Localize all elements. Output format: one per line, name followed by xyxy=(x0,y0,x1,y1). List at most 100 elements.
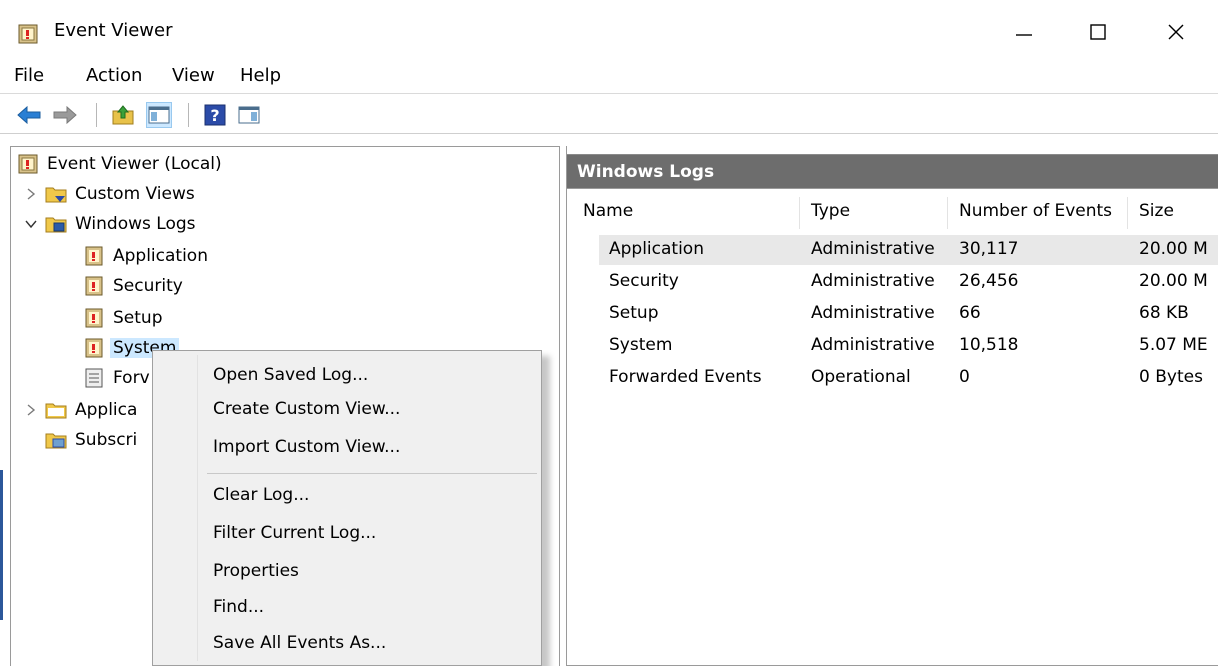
table-row[interactable]: Application Administrative 30,117 20.00 … xyxy=(599,235,1218,265)
tree-label: Event Viewer (Local) xyxy=(47,154,222,174)
chevron-down-icon[interactable] xyxy=(23,216,39,232)
cell-size: 5.07 ME xyxy=(1139,335,1208,355)
up-folder-button[interactable] xyxy=(110,102,136,128)
context-menu: Open Saved Log... Create Custom View... … xyxy=(152,350,542,666)
toolbar-separator xyxy=(188,103,189,127)
menu-item-filter-current-log[interactable]: Filter Current Log... xyxy=(213,523,376,543)
window-edge xyxy=(0,470,3,620)
tree-item-forwarded-events[interactable]: Forv xyxy=(83,363,150,393)
maximize-button[interactable] xyxy=(1070,10,1126,54)
column-header-name[interactable]: Name xyxy=(583,201,633,221)
chevron-right-icon[interactable] xyxy=(23,402,39,418)
log-icon xyxy=(85,308,103,328)
subscriptions-icon xyxy=(45,433,67,449)
maximize-icon xyxy=(1090,24,1106,40)
column-divider[interactable] xyxy=(799,197,800,229)
close-button[interactable] xyxy=(1148,10,1204,54)
cell-type: Administrative xyxy=(811,335,935,355)
context-menu-separator xyxy=(207,473,537,474)
event-viewer-icon xyxy=(18,24,38,44)
cell-type: Administrative xyxy=(811,239,935,259)
menu-item-clear-log[interactable]: Clear Log... xyxy=(213,485,309,505)
cell-events: 0 xyxy=(959,367,970,387)
minimize-button[interactable] xyxy=(996,10,1052,54)
menu-action[interactable]: Action xyxy=(86,65,142,86)
tree-item-applications-and-services[interactable]: Applica xyxy=(23,395,137,425)
custom-views-folder-icon xyxy=(45,187,67,203)
table-row[interactable]: Security Administrative 26,456 20.00 M xyxy=(599,267,1218,297)
forward-button[interactable] xyxy=(52,102,78,128)
action-pane-icon xyxy=(238,106,260,124)
tree-item-event-viewer-local[interactable]: Event Viewer (Local) xyxy=(17,149,222,179)
cell-size: 68 KB xyxy=(1139,303,1189,323)
tree-item-custom-views[interactable]: Custom Views xyxy=(23,179,195,209)
menu-item-create-custom-view[interactable]: Create Custom View... xyxy=(213,399,400,419)
tree-item-application[interactable]: Application xyxy=(83,241,208,271)
help-icon: ? xyxy=(204,104,226,126)
up-folder-icon xyxy=(112,105,134,125)
cell-name: Forwarded Events xyxy=(609,367,762,387)
table-row[interactable]: System Administrative 10,518 5.07 ME xyxy=(599,331,1218,361)
results-pane: Windows Logs Name Type Number of Events … xyxy=(566,146,1218,666)
cell-type: Administrative xyxy=(811,303,935,323)
column-header-type[interactable]: Type xyxy=(811,201,850,221)
forward-arrow-icon xyxy=(53,106,77,124)
minimize-icon xyxy=(1016,34,1032,36)
tree-label: Security xyxy=(113,276,183,296)
forwarded-log-icon xyxy=(85,368,103,388)
chevron-right-icon[interactable] xyxy=(23,186,39,202)
menu-item-open-saved-log[interactable]: Open Saved Log... xyxy=(213,365,368,385)
tree-label: Windows Logs xyxy=(75,214,196,234)
table-row[interactable]: Forwarded Events Operational 0 0 Bytes xyxy=(599,363,1218,393)
toolbar-separator xyxy=(96,103,97,127)
log-icon xyxy=(85,276,103,296)
tree-item-subscriptions[interactable]: Subscri xyxy=(45,425,137,455)
menu-help[interactable]: Help xyxy=(240,65,281,86)
close-icon xyxy=(1168,24,1184,40)
cell-name: Application xyxy=(609,239,704,259)
tree-label: Applica xyxy=(75,400,138,420)
menu-file[interactable]: File xyxy=(14,65,44,86)
cell-name: Setup xyxy=(609,303,659,323)
table-row[interactable]: Setup Administrative 66 68 KB xyxy=(599,299,1218,329)
log-icon xyxy=(85,246,103,266)
menu-item-import-custom-view[interactable]: Import Custom View... xyxy=(213,437,400,457)
log-list: Name Type Number of Events Size Applicat… xyxy=(567,188,1218,666)
cell-size: 20.00 M xyxy=(1139,239,1208,259)
menu-bar: File Action View Help xyxy=(0,62,1218,94)
action-pane-button[interactable] xyxy=(236,102,262,128)
folder-icon xyxy=(45,403,67,419)
menu-item-properties[interactable]: Properties xyxy=(213,561,299,581)
column-divider[interactable] xyxy=(1127,197,1128,229)
column-header-size[interactable]: Size xyxy=(1139,201,1174,221)
tree-item-security[interactable]: Security xyxy=(83,271,183,301)
tree-label: Application xyxy=(113,246,208,266)
cell-events: 10,518 xyxy=(959,335,1019,355)
console-tree-button[interactable] xyxy=(146,102,172,128)
tree-label: Setup xyxy=(113,308,163,328)
tree-item-setup[interactable]: Setup xyxy=(83,303,162,333)
show-hide-console-tree-icon xyxy=(148,106,170,124)
window-title: Event Viewer xyxy=(54,20,173,41)
cell-events: 26,456 xyxy=(959,271,1019,291)
cell-type: Operational xyxy=(811,367,911,387)
cell-name: System xyxy=(609,335,673,355)
cell-events: 66 xyxy=(959,303,981,323)
log-icon xyxy=(85,338,103,358)
tree-label: Subscri xyxy=(75,430,138,450)
menu-view[interactable]: View xyxy=(172,65,215,86)
help-button[interactable]: ? xyxy=(202,102,228,128)
column-divider[interactable] xyxy=(947,197,948,229)
menu-item-find[interactable]: Find... xyxy=(213,597,264,617)
svg-text:?: ? xyxy=(210,106,219,125)
tree-label: Custom Views xyxy=(75,184,195,204)
cell-size: 0 Bytes xyxy=(1139,367,1203,387)
back-button[interactable] xyxy=(16,102,42,128)
results-pane-header: Windows Logs xyxy=(567,154,1218,188)
title-bar: Event Viewer xyxy=(0,0,1218,64)
tree-item-windows-logs[interactable]: Windows Logs xyxy=(23,209,196,239)
menu-item-save-all-events-as[interactable]: Save All Events As... xyxy=(213,633,386,653)
column-header-number-of-events[interactable]: Number of Events xyxy=(959,201,1112,221)
toolbar: ? xyxy=(0,96,1218,134)
back-arrow-icon xyxy=(17,106,41,124)
